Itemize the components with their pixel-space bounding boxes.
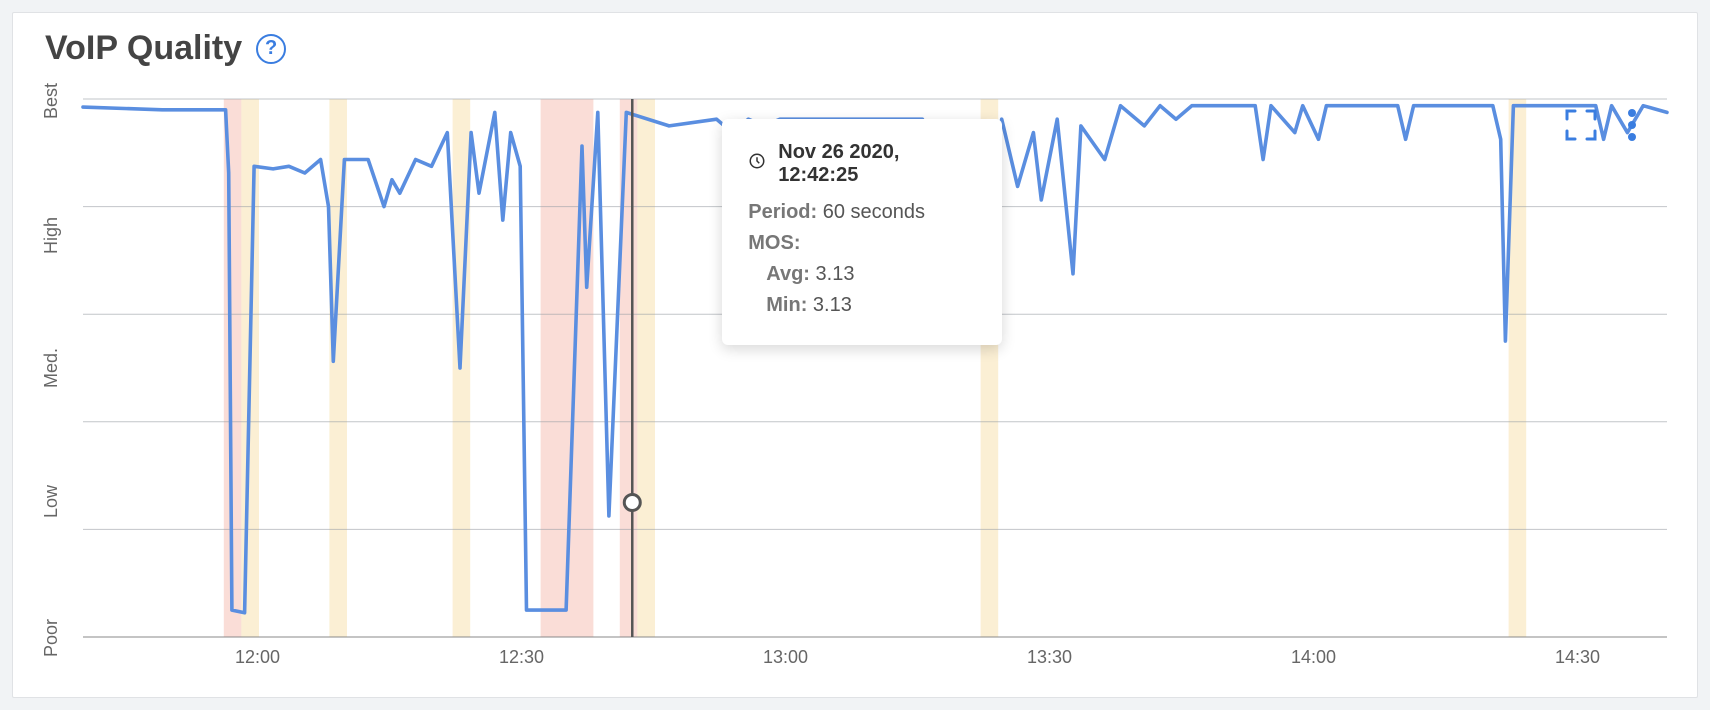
help-icon[interactable]: ?	[256, 34, 286, 64]
y-tick-high: High	[41, 216, 62, 253]
tooltip-min-value: 3.13	[813, 294, 852, 316]
voip-quality-card: VoIP Quality ? Best High Med. L	[12, 12, 1698, 698]
chart-area[interactable]: Best High Med. Low Poor 12:00 12:30 13:0…	[33, 93, 1677, 677]
x-tick: 14:00	[1291, 647, 1336, 668]
chart-tooltip: Nov 26 2020, 12:42:25 Period: 60 seconds…	[722, 119, 1002, 345]
tooltip-avg-value: 3.13	[816, 263, 855, 285]
tooltip-avg-label: Avg:	[766, 263, 810, 285]
y-tick-poor: Poor	[41, 619, 62, 657]
x-tick: 14:30	[1555, 647, 1600, 668]
tooltip-timestamp: Nov 26 2020, 12:42:25	[778, 141, 976, 187]
tooltip-min-label: Min:	[766, 294, 807, 316]
x-tick: 13:00	[763, 647, 808, 668]
y-tick-best: Best	[41, 83, 62, 119]
more-icon[interactable]	[1627, 107, 1637, 143]
card-header: VoIP Quality ?	[13, 23, 1697, 72]
tooltip-period-label: Period:	[748, 201, 817, 223]
tooltip-period-value: 60 seconds	[823, 201, 925, 223]
x-tick: 13:30	[1027, 647, 1072, 668]
clock-icon	[748, 152, 766, 176]
chart-controls	[1563, 107, 1637, 143]
expand-icon[interactable]	[1563, 107, 1599, 143]
x-tick: 12:00	[235, 647, 280, 668]
tooltip-mos-label: MOS:	[748, 232, 800, 254]
y-tick-med: Med.	[41, 348, 62, 388]
x-tick: 12:30	[499, 647, 544, 668]
card-title: VoIP Quality	[45, 29, 242, 68]
y-tick-low: Low	[41, 484, 62, 517]
